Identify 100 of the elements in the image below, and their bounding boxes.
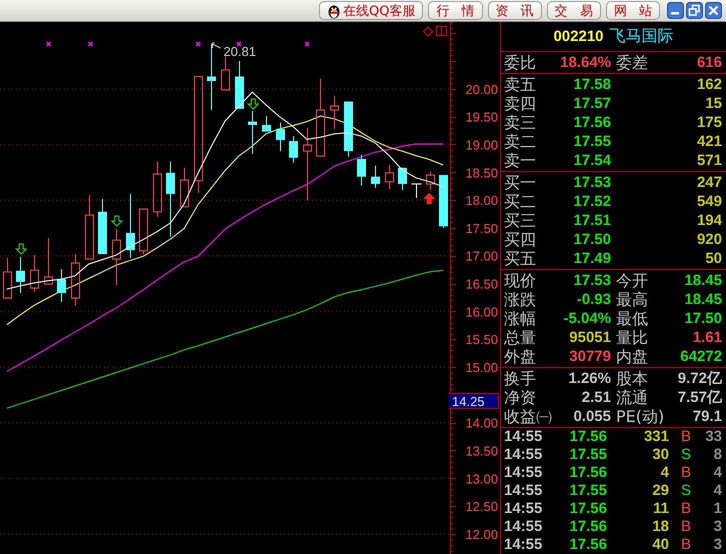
order-level-label: 卖二 [504,132,537,151]
price-axis-label: 12.50 [465,499,498,514]
candlestick [289,136,298,164]
trade-price: 17.56 [568,518,607,536]
order-price: 17.49 [572,249,611,268]
trade-time: 14:55 [504,500,544,518]
field-value: 18.45 [683,271,722,290]
trade-side: S [680,482,692,500]
field-label: 量比 [615,328,649,347]
trade-volume: 40 [651,536,669,554]
price-axis-label: 19.00 [465,137,498,152]
field-value: 0.055 [572,407,611,426]
trade-count: 3 [712,536,722,554]
price-axis-label: 16.50 [465,276,498,292]
order-level-label: 买二 [504,192,537,211]
order-level-label: 买四 [504,230,537,249]
candlestick [85,194,94,260]
menu-button[interactable]: 网 站 [606,1,660,20]
trade-side: B [680,464,692,482]
menu-button[interactable]: 交 易 [546,1,601,20]
order-price: 17.55 [572,132,611,151]
field-value: 1.26% [567,369,611,388]
candlestick [57,268,66,302]
up-arrow-icon [423,193,436,204]
trade-volume: 11 [652,500,669,518]
order-level-label: 买五 [504,249,537,268]
stock-name: 飞马国际 [610,26,674,47]
penguin-icon [326,2,341,18]
cross-mark [46,41,52,47]
trade-side: S [680,446,692,464]
menu-button[interactable]: 行 情 [428,1,483,20]
panel-icon [436,26,447,36]
trade-price: 17.56 [568,536,607,554]
order-volume: 920 [696,230,722,249]
menu-button[interactable]: 资 讯 [488,1,542,20]
trade-volume: 29 [651,482,669,500]
field-label: 今开 [615,271,649,290]
field-value: 17.53 [572,271,611,290]
order-price: 17.51 [572,211,611,230]
price-axis-label: 13.50 [465,444,498,458]
order-price: 17.54 [572,151,611,170]
down-arrow-icon [14,244,28,255]
order-volume: 421 [696,132,722,151]
order-volume: 247 [696,173,722,192]
price-axis-label: 18.50 [465,165,498,180]
field-value: 18.45 [683,290,722,309]
price-axis-label: 19.50 [465,110,498,125]
down-arrow-icon [110,216,123,227]
field-label: PE(动) [615,407,666,426]
high-price-label: 20.81 [223,44,256,59]
field-label: 外盘 [504,347,537,366]
trade-volume: 331 [642,428,669,446]
field-label: 流通 [615,388,649,407]
field-value: 95051 [568,328,611,347]
candlestick [30,254,39,292]
field-label: 现价 [504,271,537,290]
price-axis-label: 17.50 [465,220,498,236]
trade-side: B [680,536,692,554]
order-price: 17.56 [572,113,611,132]
order-level-label: 卖五 [504,75,537,94]
trade-time: 14:55 [504,428,544,446]
field-label: 换手 [504,369,537,388]
restore-icon[interactable] [686,2,703,19]
order-volume: 571 [696,151,722,170]
field-value: 9.72亿 [676,369,722,388]
trade-volume: 18 [651,518,669,536]
close-icon[interactable] [705,2,722,19]
trade-volume: 4 [660,464,669,482]
order-price: 17.58 [572,75,611,94]
field-value: 2.51 [580,388,611,407]
support-button[interactable]: 在线QQ客服 [318,1,424,20]
trade-side: B [680,428,692,446]
trade-time: 14:55 [504,518,544,536]
field-label: 股本 [615,369,649,388]
trade-count: 3 [712,518,722,536]
candlestick [411,183,422,198]
field-value: 18.64% [559,53,611,72]
candlestick [207,43,216,110]
trade-count: 8 [712,446,722,464]
price-axis-label: 14.00 [465,416,498,431]
trade-price: 17.56 [568,464,607,482]
cross-mark [304,41,310,47]
field-value: 1.61 [692,328,722,347]
minimize-icon[interactable] [667,2,684,19]
order-volume: 175 [696,113,722,132]
order-price: 17.53 [572,173,611,192]
candlestick [71,254,80,306]
candlestick [439,174,448,228]
trade-price: 17.55 [568,482,607,500]
trade-time: 14:55 [504,482,544,500]
candlestick [139,208,148,255]
trade-price: 17.55 [568,446,607,464]
candlestick [3,257,12,299]
price-axis-label: 15.50 [465,332,498,348]
price-axis-label: 18.00 [465,193,498,208]
candlestick [385,164,394,190]
field-label: 收益㈠ [504,407,552,426]
trade-count: 4 [712,482,722,500]
field-value: 30779 [568,347,611,366]
leader-line [212,42,221,48]
